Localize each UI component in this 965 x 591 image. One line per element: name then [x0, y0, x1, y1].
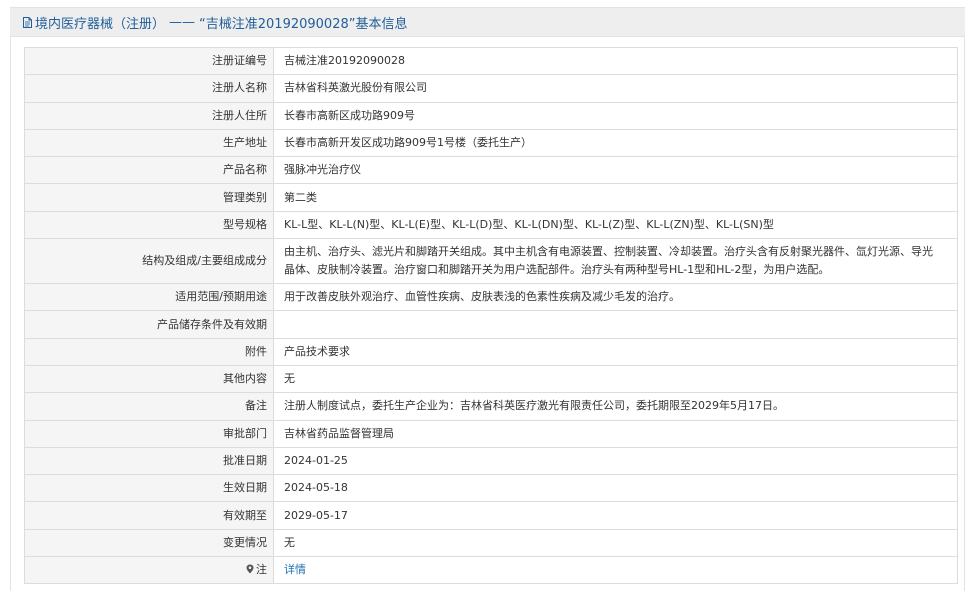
row-label: 备注	[24, 392, 274, 421]
table-row: 有效期至 2029-05-17	[24, 501, 958, 530]
row-label: 型号规格	[24, 210, 274, 240]
row-value: 无	[273, 528, 958, 558]
info-table: 注册证编号 吉械注准20192090028 注册人名称 吉林省科英激光股份有限公…	[24, 46, 958, 585]
table-row: 管理类别 第二类	[24, 183, 958, 212]
note-label: 注	[256, 563, 267, 577]
row-value: 用于改善皮肤外观治疗、血管性疾病、皮肤表浅的色素性疾病及减少毛发的治疗。	[273, 283, 958, 312]
row-label: 变更情况	[24, 528, 274, 558]
page-title: 境内医疗器械（注册） —— “吉械注准20192090028”基本信息	[10, 7, 965, 37]
table-row: 其他内容 无	[24, 364, 958, 394]
table-row: 产品名称 强脉冲光治疗仪	[24, 156, 958, 185]
table-row: 注册人住所 长春市高新区成功路909号	[24, 101, 958, 130]
row-label: 其他内容	[24, 364, 274, 394]
table-row: 生效日期 2024-05-18	[24, 474, 958, 503]
table-row: 备注 注册人制度试点，委托生产企业为：吉林省科英医疗激光有限责任公司，委托期限至…	[24, 392, 958, 421]
row-value: 吉林省药品监督管理局	[273, 419, 958, 448]
row-label: 生效日期	[24, 474, 274, 503]
table-row: 产品储存条件及有效期	[24, 310, 958, 339]
row-label: 注册人住所	[24, 101, 274, 130]
row-label: 审批部门	[24, 419, 274, 448]
row-label: 注册证编号	[24, 46, 274, 76]
row-value: 长春市高新开发区成功路909号1号楼（委托生产）	[273, 128, 958, 158]
row-value	[273, 310, 958, 339]
table-row-note: 注 详情	[24, 556, 958, 585]
row-value: 2024-01-25	[273, 446, 958, 476]
table-row: 结构及组成/主要组成成分 由主机、治疗头、滤光片和脚踏开关组成。其中主机含有电源…	[24, 238, 958, 285]
row-label: 附件	[24, 337, 274, 366]
row-value: 注册人制度试点，委托生产企业为：吉林省科英医疗激光有限责任公司，委托期限至202…	[273, 392, 958, 421]
row-value: 长春市高新区成功路909号	[273, 101, 958, 130]
row-value: 2024-05-18	[273, 474, 958, 503]
table-row: 注册证编号 吉械注准20192090028	[24, 46, 958, 76]
row-label: 批准日期	[24, 446, 274, 476]
row-value: 由主机、治疗头、滤光片和脚踏开关组成。其中主机含有电源装置、控制装置、冷却装置。…	[273, 238, 958, 285]
document-icon	[23, 16, 32, 28]
row-value: 吉械注准20192090028	[273, 46, 958, 76]
row-label: 适用范围/预期用途	[24, 283, 274, 312]
row-value: 吉林省科英激光股份有限公司	[273, 74, 958, 103]
table-row: 变更情况 无	[24, 528, 958, 558]
row-value: 强脉冲光治疗仪	[273, 156, 958, 185]
title-main: “吉械注准20192090028”基本信息	[199, 16, 408, 32]
table-row: 附件 产品技术要求	[24, 337, 958, 366]
row-value: 第二类	[273, 183, 958, 212]
row-value: 2029-05-17	[273, 501, 958, 530]
table-row: 批准日期 2024-01-25	[24, 446, 958, 476]
title-separator: ——	[169, 14, 196, 30]
table-row: 生产地址 长春市高新开发区成功路909号1号楼（委托生产）	[24, 128, 958, 158]
table-row: 注册人名称 吉林省科英激光股份有限公司	[24, 74, 958, 103]
note-label-cell: 注	[24, 556, 274, 585]
row-label: 结构及组成/主要组成成分	[24, 238, 274, 285]
details-link[interactable]: 详情	[284, 563, 306, 576]
row-value: 无	[273, 364, 958, 394]
note-value-cell: 详情	[273, 556, 958, 585]
title-prefix: 境内医疗器械（注册）	[35, 16, 166, 32]
row-value: 产品技术要求	[273, 337, 958, 366]
row-label: 注册人名称	[24, 74, 274, 103]
page: 境内医疗器械（注册） —— “吉械注准20192090028”基本信息 注册证编…	[0, 0, 965, 591]
row-label: 生产地址	[24, 128, 274, 158]
row-label: 管理类别	[24, 183, 274, 212]
pin-icon	[246, 564, 254, 574]
row-label: 有效期至	[24, 501, 274, 530]
table-row: 审批部门 吉林省药品监督管理局	[24, 419, 958, 448]
table-row: 适用范围/预期用途 用于改善皮肤外观治疗、血管性疾病、皮肤表浅的色素性疾病及减少…	[24, 283, 958, 312]
row-label: 产品名称	[24, 156, 274, 185]
row-value: KL-L型、KL-L(N)型、KL-L(E)型、KL-L(D)型、KL-L(DN…	[273, 210, 958, 240]
table-row: 型号规格 KL-L型、KL-L(N)型、KL-L(E)型、KL-L(D)型、KL…	[24, 210, 958, 240]
row-label: 产品储存条件及有效期	[24, 310, 274, 339]
